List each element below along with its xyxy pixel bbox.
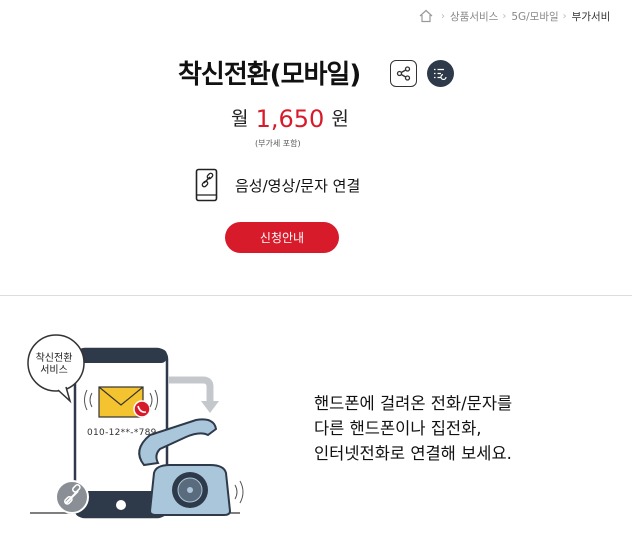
- bubble-line-2: 서비스: [40, 365, 68, 376]
- price-amount: 1,650: [255, 105, 325, 133]
- breadcrumb-item-current: 부가서비: [571, 10, 611, 23]
- phone-number: 010-12**-*789: [87, 428, 157, 438]
- apply-guide-button[interactable]: 신청안내: [225, 222, 339, 253]
- price-prefix: 월: [231, 108, 249, 130]
- share-icon: [396, 66, 411, 81]
- description-line-2: 다른 핸드폰이나 집전화,: [314, 419, 482, 438]
- vat-note: (부가세 포함): [255, 139, 301, 148]
- breadcrumb-item-5g-mobile[interactable]: 5G/모바일: [511, 9, 558, 24]
- home-icon[interactable]: [418, 8, 434, 24]
- price: 월 1,650 원: [231, 104, 349, 133]
- chevron-right-icon: ›: [502, 10, 507, 22]
- breadcrumb-item-products[interactable]: 상품서비스: [450, 9, 498, 24]
- chevron-right-icon: ›: [562, 10, 567, 22]
- share-button[interactable]: [390, 60, 417, 87]
- list-button[interactable]: [427, 60, 454, 87]
- service-description: 핸드폰에 걸려온 전화/문자를 다른 핸드폰이나 집전화, 인터넷전화로 연결해…: [314, 391, 512, 466]
- feature-label: 음성/영상/문자 연결: [235, 176, 361, 195]
- phone-link-icon: [195, 168, 218, 202]
- breadcrumb: › 상품서비스 › 5G/모바일 › 부가서비: [418, 6, 610, 26]
- service-bubble-label: 착신전환 서비스: [26, 353, 82, 377]
- chevron-right-icon: ›: [441, 10, 445, 22]
- description-line-3: 인터넷전화로 연결해 보세요.: [314, 444, 512, 463]
- page-title: 착신전환(모바일): [178, 60, 361, 90]
- divider: [0, 295, 632, 296]
- description-line-1: 핸드폰에 걸려온 전화/문자를: [314, 394, 513, 413]
- list-icon: [434, 68, 447, 80]
- price-suffix: 원: [331, 108, 349, 130]
- title-row: 착신전환(모바일): [0, 54, 632, 94]
- feature-item: 음성/영상/문자 연결: [195, 168, 360, 202]
- bubble-line-1: 착신전환: [35, 353, 73, 364]
